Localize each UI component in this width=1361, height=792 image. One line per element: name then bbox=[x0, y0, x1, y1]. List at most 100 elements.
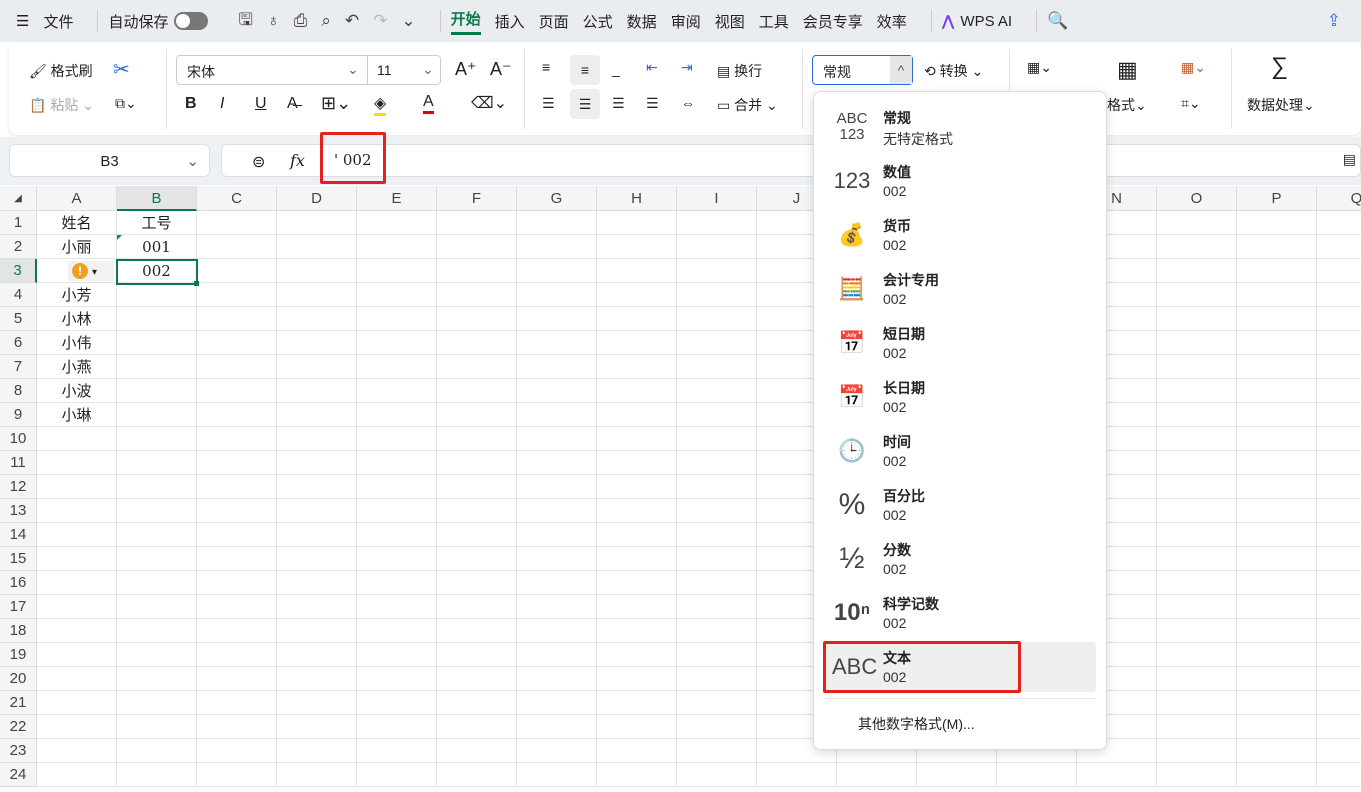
cell[interactable] bbox=[357, 715, 437, 739]
number-format-option[interactable]: ABC 123 常规 无特定格式 bbox=[824, 102, 1096, 152]
tab-view[interactable]: 视图 bbox=[715, 11, 745, 32]
paste-button[interactable]: 📋 粘贴 ⌄ bbox=[29, 95, 94, 115]
cell[interactable] bbox=[197, 667, 277, 691]
cell[interactable] bbox=[517, 523, 597, 547]
row-header[interactable]: 24 bbox=[0, 763, 37, 787]
cell[interactable] bbox=[437, 763, 517, 787]
decrease-font-icon[interactable]: A⁻ bbox=[490, 59, 512, 80]
cell[interactable] bbox=[117, 691, 197, 715]
align-left-icon[interactable]: ☰ bbox=[542, 95, 555, 112]
cell[interactable] bbox=[597, 427, 677, 451]
cell[interactable] bbox=[197, 715, 277, 739]
cell[interactable] bbox=[357, 691, 437, 715]
cell[interactable] bbox=[517, 499, 597, 523]
column-header[interactable]: H bbox=[597, 186, 677, 211]
cell[interactable] bbox=[357, 379, 437, 403]
cell[interactable] bbox=[517, 571, 597, 595]
cell[interactable] bbox=[437, 715, 517, 739]
increase-font-icon[interactable]: A⁺ bbox=[455, 59, 477, 80]
cell[interactable] bbox=[117, 523, 197, 547]
row-header[interactable]: 20 bbox=[0, 667, 37, 691]
format-painter-button[interactable]: 🖌 格式刷 bbox=[29, 61, 93, 81]
cell[interactable] bbox=[517, 475, 597, 499]
cell-style-icon[interactable]: ▦⌄ bbox=[1181, 59, 1206, 76]
cell[interactable] bbox=[1237, 715, 1317, 739]
cell[interactable] bbox=[117, 355, 197, 379]
column-header[interactable]: B bbox=[117, 186, 197, 211]
more-number-formats[interactable]: 其他数字格式(M)... bbox=[858, 714, 975, 734]
cell[interactable] bbox=[197, 211, 277, 235]
number-format-option[interactable]: 10ⁿ 科学记数 002 bbox=[824, 588, 1096, 638]
cell[interactable] bbox=[437, 379, 517, 403]
cell[interactable] bbox=[117, 715, 197, 739]
cell[interactable] bbox=[517, 283, 597, 307]
column-header[interactable]: D bbox=[277, 186, 357, 211]
cell[interactable] bbox=[677, 619, 757, 643]
cell[interactable] bbox=[37, 595, 117, 619]
column-header[interactable]: E bbox=[357, 186, 437, 211]
cell[interactable] bbox=[277, 211, 357, 235]
cell[interactable] bbox=[517, 451, 597, 475]
row-header[interactable]: 5 bbox=[0, 307, 37, 331]
number-format-option[interactable]: 💰 货币 002 bbox=[824, 210, 1096, 260]
cell[interactable] bbox=[1237, 331, 1317, 355]
cell[interactable]: 工号 bbox=[117, 211, 197, 235]
cell[interactable] bbox=[277, 667, 357, 691]
cell[interactable] bbox=[597, 643, 677, 667]
cell[interactable] bbox=[597, 523, 677, 547]
row-header[interactable]: 2 bbox=[0, 235, 37, 259]
cell[interactable] bbox=[1317, 355, 1361, 379]
column-header[interactable]: G bbox=[517, 186, 597, 211]
cell[interactable] bbox=[1317, 259, 1361, 283]
cell[interactable] bbox=[517, 379, 597, 403]
row-header[interactable]: 18 bbox=[0, 619, 37, 643]
cell[interactable] bbox=[437, 307, 517, 331]
cell[interactable] bbox=[37, 523, 117, 547]
wrap-text-button[interactable]: ▤ 换行 bbox=[717, 61, 762, 81]
cell[interactable] bbox=[517, 427, 597, 451]
tab-data[interactable]: 数据 bbox=[627, 11, 657, 32]
sum-icon[interactable]: ∑ bbox=[1271, 53, 1288, 81]
cell[interactable] bbox=[1157, 499, 1237, 523]
cell[interactable] bbox=[517, 739, 597, 763]
cell[interactable] bbox=[277, 235, 357, 259]
function-wizard-icon[interactable]: ▤ bbox=[1343, 151, 1356, 168]
cell[interactable] bbox=[1157, 691, 1237, 715]
cell[interactable] bbox=[437, 523, 517, 547]
tab-insert[interactable]: 插入 bbox=[495, 11, 525, 32]
cell[interactable] bbox=[437, 739, 517, 763]
cell[interactable] bbox=[117, 547, 197, 571]
cell[interactable] bbox=[1237, 451, 1317, 475]
cell[interactable] bbox=[1157, 403, 1237, 427]
cell[interactable] bbox=[117, 475, 197, 499]
cell[interactable] bbox=[437, 499, 517, 523]
cell[interactable] bbox=[197, 235, 277, 259]
cell[interactable]: 小芳 bbox=[37, 283, 117, 307]
cell[interactable] bbox=[1237, 547, 1317, 571]
cell[interactable] bbox=[597, 355, 677, 379]
cell[interactable] bbox=[677, 211, 757, 235]
cell[interactable] bbox=[597, 211, 677, 235]
cell[interactable] bbox=[597, 499, 677, 523]
cell[interactable] bbox=[1317, 331, 1361, 355]
cell[interactable] bbox=[677, 763, 757, 787]
cell[interactable] bbox=[517, 619, 597, 643]
cell[interactable] bbox=[357, 499, 437, 523]
cell[interactable] bbox=[517, 547, 597, 571]
cell[interactable] bbox=[117, 571, 197, 595]
cell[interactable]: 小琳 bbox=[37, 403, 117, 427]
cell[interactable] bbox=[277, 283, 357, 307]
cell[interactable] bbox=[677, 715, 757, 739]
cell[interactable] bbox=[1157, 475, 1237, 499]
cell[interactable] bbox=[117, 739, 197, 763]
cell[interactable] bbox=[1237, 595, 1317, 619]
cell[interactable] bbox=[197, 547, 277, 571]
underline-button[interactable]: U bbox=[255, 95, 267, 113]
cell[interactable] bbox=[677, 331, 757, 355]
cell[interactable] bbox=[1157, 235, 1237, 259]
cell[interactable] bbox=[277, 259, 357, 283]
crop-icon[interactable]: ⌗⌄ bbox=[1181, 95, 1201, 112]
tab-wps-ai[interactable]: WPS AI bbox=[960, 13, 1012, 30]
cell[interactable] bbox=[1157, 643, 1237, 667]
cell[interactable] bbox=[517, 643, 597, 667]
